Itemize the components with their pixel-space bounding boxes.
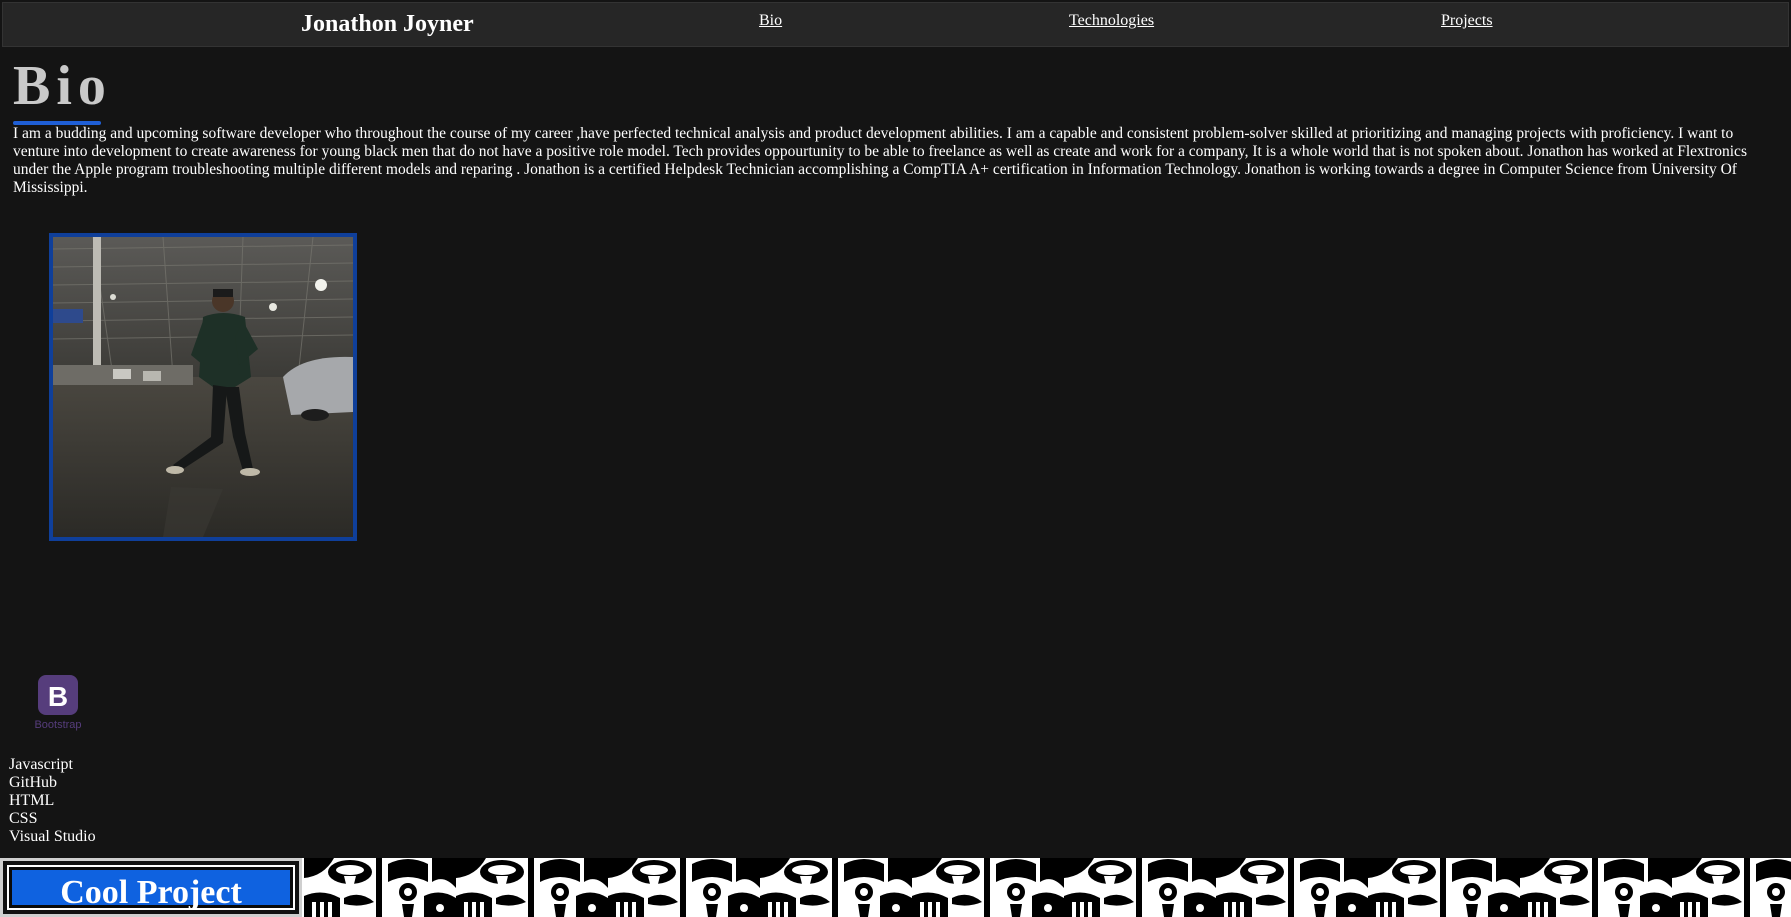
- technology-item: HTML: [9, 792, 55, 809]
- projects-section: Cool Project: [0, 858, 1791, 917]
- bio-paragraph: I am a budding and upcoming software dev…: [13, 125, 1747, 196]
- nav-link-bio[interactable]: Bio: [759, 12, 782, 30]
- profile-photo: [49, 233, 357, 541]
- bio-heading: Bio: [13, 55, 112, 117]
- nav-link-technologies[interactable]: Technologies: [1069, 12, 1154, 30]
- bootstrap-logo-letter: B: [48, 681, 68, 712]
- project-title-button[interactable]: Cool Project: [12, 870, 290, 911]
- bootstrap-logo: B Bootstrap: [29, 673, 89, 733]
- decorative-pattern-background: [304, 858, 1791, 917]
- nav-link-projects[interactable]: Projects: [1441, 12, 1493, 30]
- technology-item: GitHub: [9, 774, 57, 791]
- technology-item: CSS: [9, 810, 38, 827]
- technology-item: Javascript: [9, 756, 73, 773]
- technologies-list: Javascript GitHub HTML CSS Visual Studio: [9, 756, 96, 846]
- technology-item: Visual Studio: [9, 828, 96, 845]
- brand-name: Jonathon Joyner: [301, 11, 474, 37]
- bootstrap-logo-caption: Bootstrap: [34, 719, 81, 731]
- profile-photo-image: [53, 237, 353, 537]
- project-card: Cool Project: [0, 858, 302, 917]
- top-navbar: Jonathon Joyner Bio Technologies Project…: [2, 2, 1789, 47]
